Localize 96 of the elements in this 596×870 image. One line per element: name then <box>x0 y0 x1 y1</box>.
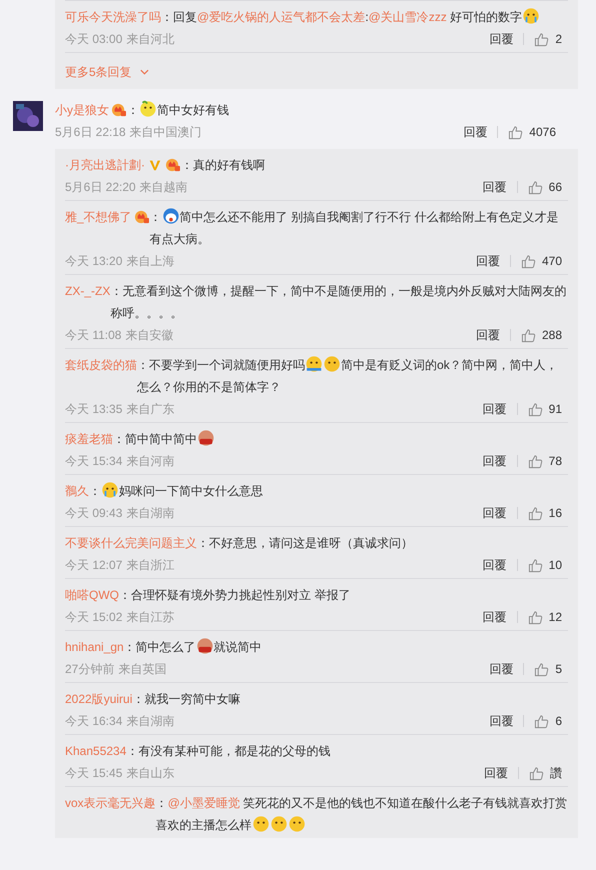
comment-text: ：真的好有钱啊 <box>181 157 266 174</box>
location-text: 来自河南 <box>126 453 174 470</box>
thumbs-up-icon <box>529 766 544 780</box>
reply-link[interactable]: 回覆 <box>482 176 507 198</box>
thumbs-up-icon <box>528 558 543 572</box>
emoji-icon <box>139 100 157 118</box>
emoji-icon <box>197 429 215 447</box>
comment-text: ： 妈咪问一下简中女什么意思 <box>89 480 568 502</box>
reply-link[interactable]: 回覆 <box>482 554 507 576</box>
timestamp: 今天 13:20 <box>65 253 122 270</box>
reply-link[interactable]: 回覆 <box>484 762 508 784</box>
timestamp: 今天 09:43 <box>65 505 122 522</box>
thumbs-up-icon <box>528 180 543 194</box>
timestamp: 今天 15:02 <box>65 609 122 626</box>
comment-text: ：回复@爱吃火锅的人运气都不会太差:@关山雪冷zzz 好可怕的数字 <box>161 6 568 28</box>
reply-link[interactable]: 回覆 <box>463 121 488 143</box>
thumbs-up-icon <box>534 662 550 676</box>
timestamp: 今天 11:08 <box>65 327 122 344</box>
comment-text: ：合理怀疑有境外势力挑起性别对立 举报了 <box>119 587 352 604</box>
location-text: 来自山东 <box>126 765 174 782</box>
like-button[interactable]: 288 <box>520 324 568 346</box>
comment-text: ：就我一穷简中女嘛 <box>132 691 242 708</box>
timestamp: 5月6日 22:18 <box>55 124 126 141</box>
emoji-icon <box>270 815 288 833</box>
emoji-icon <box>196 637 214 655</box>
location-text: 来自中国澳门 <box>130 124 202 141</box>
emoji-icon <box>323 355 341 373</box>
thumbs-up-icon <box>508 124 524 140</box>
like-button[interactable]: 2 <box>534 28 568 50</box>
thumbs-up-icon <box>528 402 543 416</box>
comment-text: ：不好意思，请问这是谁呀（真诚求问） <box>197 535 414 552</box>
like-button[interactable]: 10 <box>528 554 568 576</box>
reply-link[interactable]: 回覆 <box>482 398 507 420</box>
comment-text: ：简中怎么了 就说简中 <box>124 636 568 658</box>
like-button[interactable]: 6 <box>534 710 568 732</box>
thumbs-up-icon <box>534 714 550 728</box>
reply-link[interactable]: 回覆 <box>482 502 507 524</box>
comment-text: ：无意看到这个微博，提醒一下，简中不是随便用的，一般是境内外反贼对大陆网友的称呼。。。。 <box>110 283 568 322</box>
location-text: 来自湖南 <box>126 713 174 730</box>
reply-link[interactable]: 回覆 <box>482 450 507 472</box>
location-text: 来自湖南 <box>126 505 174 522</box>
emoji-icon <box>522 7 540 25</box>
location-text: 来自浙江 <box>126 557 174 574</box>
comment-text: ：简中简中简中 <box>113 428 568 450</box>
like-button[interactable]: 66 <box>528 176 568 198</box>
location-text: 来自上海 <box>126 253 174 270</box>
thumbs-up-icon <box>528 454 543 468</box>
vip-badge-icon <box>165 158 181 172</box>
avatar[interactable] <box>13 101 43 131</box>
reply-link[interactable]: 回覆 <box>489 710 514 732</box>
timestamp: 今天 15:45 <box>65 765 122 782</box>
thumbs-up-icon <box>528 610 543 624</box>
timestamp: 5月6日 22:20 <box>65 179 136 196</box>
timestamp: 今天 13:35 <box>65 401 122 418</box>
emoji-icon <box>162 207 180 225</box>
reply-link[interactable]: 回覆 <box>482 606 507 628</box>
comment-text: ：有没有某种可能，都是花的父母的钱 <box>126 743 332 760</box>
location-text: 来自河北 <box>126 31 174 48</box>
thumbs-up-icon <box>534 32 550 46</box>
reply-link[interactable]: 回覆 <box>476 250 500 272</box>
emoji-icon <box>252 815 270 833</box>
emoji-icon <box>288 815 306 833</box>
location-text: 来自江苏 <box>126 609 174 626</box>
location-text: 来自英国 <box>118 661 166 678</box>
timestamp: 今天 16:34 <box>65 713 122 730</box>
thumbs-up-icon <box>528 506 543 520</box>
like-button[interactable]: 91 <box>528 398 568 420</box>
like-button[interactable]: 讚 <box>529 762 568 784</box>
comment-text: ： 简中女好有钱 <box>127 99 562 121</box>
location-text: 来自安徽 <box>125 327 174 344</box>
verified-icon <box>147 158 163 172</box>
comment-text: ：@小墨爱睡觉 笑死花的又不是他的钱也不知道在酸什么老子有钱就喜欢打赏喜欢的主播怎么样 <box>156 795 568 835</box>
emoji-icon <box>101 481 119 499</box>
comment-text: ：不要学到一个词就随便用好吗 简中是有贬义词的ok？简中网，简中人，怎么？你用的不是简体字？ <box>137 354 568 398</box>
emoji-icon <box>305 355 323 373</box>
comment-text: ： 简中怎么还不能用了 别搞自我阉割了行不行 什么都给附上有色定义才是有点大病。 <box>150 206 568 250</box>
like-button[interactable]: 5 <box>534 658 568 680</box>
thumbs-up-icon <box>520 328 536 342</box>
vip-badge-icon <box>111 103 127 117</box>
timestamp: 今天 03:00 <box>65 31 122 48</box>
location-text: 来自越南 <box>140 179 188 196</box>
like-button[interactable]: 470 <box>520 250 568 272</box>
timestamp: 27分钟前 <box>65 661 114 678</box>
chevron-down-icon <box>140 69 149 75</box>
timestamp: 今天 15:34 <box>65 453 122 470</box>
like-button[interactable]: 12 <box>528 606 568 628</box>
reply-link[interactable]: 回覆 <box>489 658 514 680</box>
reply-link[interactable]: 回覆 <box>476 324 500 346</box>
timestamp: 今天 12:07 <box>65 557 122 574</box>
location-text: 来自广东 <box>126 401 174 418</box>
reply-link[interactable]: 回覆 <box>489 28 514 50</box>
vip-badge-icon <box>134 210 150 224</box>
like-button[interactable]: 4076 <box>508 121 562 143</box>
like-button[interactable]: 78 <box>528 450 568 472</box>
like-button[interactable]: 16 <box>528 502 568 524</box>
thumbs-up-icon <box>520 254 536 268</box>
